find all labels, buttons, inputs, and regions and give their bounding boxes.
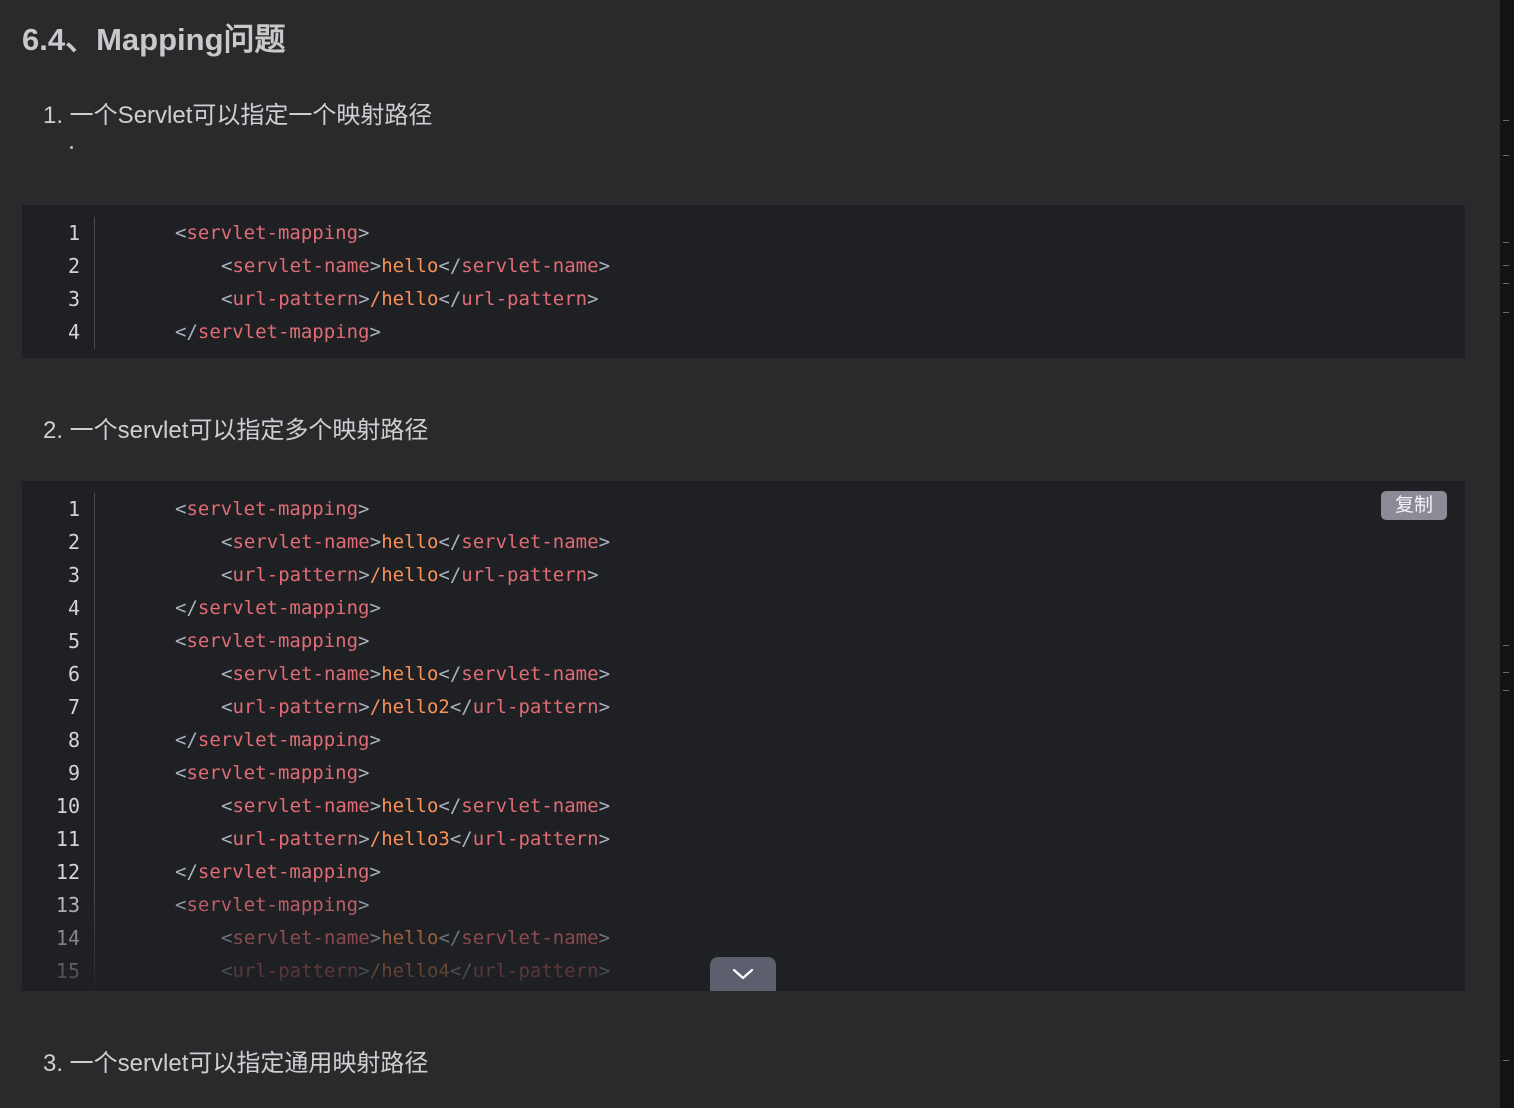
line-number: 10 [55,794,80,818]
code-line: <servlet-mapping> [175,894,370,916]
code-line: <url-pattern>/hello3</url-pattern> [221,828,611,850]
code-line: <url-pattern>/hello</url-pattern> [221,288,599,310]
expand-code-button[interactable] [710,957,776,991]
line-number: 12 [55,860,80,884]
line-number: 4 [67,320,80,344]
line-number: 4 [67,596,80,620]
code-line: <servlet-mapping> [175,762,370,784]
section-heading: 6.4、Mapping问题 [22,22,286,57]
chevron-down-icon [732,968,754,980]
code-line: <servlet-mapping> [175,630,370,652]
code-line: <url-pattern>/hello2</url-pattern> [221,696,611,718]
code-content: <servlet-mapping> <servlet-name>hello</s… [175,217,610,349]
code-line: <servlet-name>hello</servlet-name> [221,531,611,553]
line-number: 6 [67,662,80,686]
article-page: 6.4、Mapping问题 1. 一个Servlet可以指定一个映射路径 1 2… [0,0,1514,1108]
copy-button[interactable]: 复制 [1381,491,1447,520]
line-number: 3 [67,287,80,311]
list-item-3: 3. 一个servlet可以指定通用映射路径 [43,1050,429,1077]
scrollbar-track[interactable] [1500,0,1514,1108]
line-numbers: 1 2 3 4 [22,217,95,349]
line-number: 3 [67,563,80,587]
line-numbers: 1 2 3 4 5 6 7 8 9 10 11 12 13 14 15 [22,493,95,988]
code-line: <servlet-name>hello</servlet-name> [221,663,611,685]
bullet-dot [70,146,73,149]
line-number: 11 [55,827,80,851]
code-line: <servlet-mapping> [175,222,370,244]
code-line: </servlet-mapping> [175,861,381,883]
line-number: 13 [55,893,80,917]
line-number: 5 [67,629,80,653]
code-block-1: 1 2 3 4 <servlet-mapping> <servlet-name>… [22,205,1465,358]
code-content: <servlet-mapping> <servlet-name>hello</s… [175,493,610,988]
line-number: 9 [67,761,80,785]
line-number: 14 [55,926,80,950]
list-item-1: 1. 一个Servlet可以指定一个映射路径 [43,102,433,129]
code-line: <servlet-name>hello</servlet-name> [221,927,611,949]
code-line: </servlet-mapping> [175,729,381,751]
list-item-2: 2. 一个servlet可以指定多个映射路径 [43,417,429,444]
line-number: 2 [67,254,80,278]
line-number: 2 [67,530,80,554]
line-number: 8 [67,728,80,752]
line-number: 15 [55,959,80,983]
code-line: <url-pattern>/hello</url-pattern> [221,564,599,586]
line-number: 1 [67,497,80,521]
code-line: <servlet-name>hello</servlet-name> [221,795,611,817]
code-line: <servlet-mapping> [175,498,370,520]
line-number: 1 [67,221,80,245]
code-line: </servlet-mapping> [175,597,381,619]
code-block-2: 1 2 3 4 5 6 7 8 9 10 11 12 13 14 15 <ser… [22,481,1465,991]
code-line: <url-pattern>/hello4</url-pattern> [221,960,611,982]
code-line: <servlet-name>hello</servlet-name> [221,255,611,277]
code-line: </servlet-mapping> [175,321,381,343]
line-number: 7 [67,695,80,719]
